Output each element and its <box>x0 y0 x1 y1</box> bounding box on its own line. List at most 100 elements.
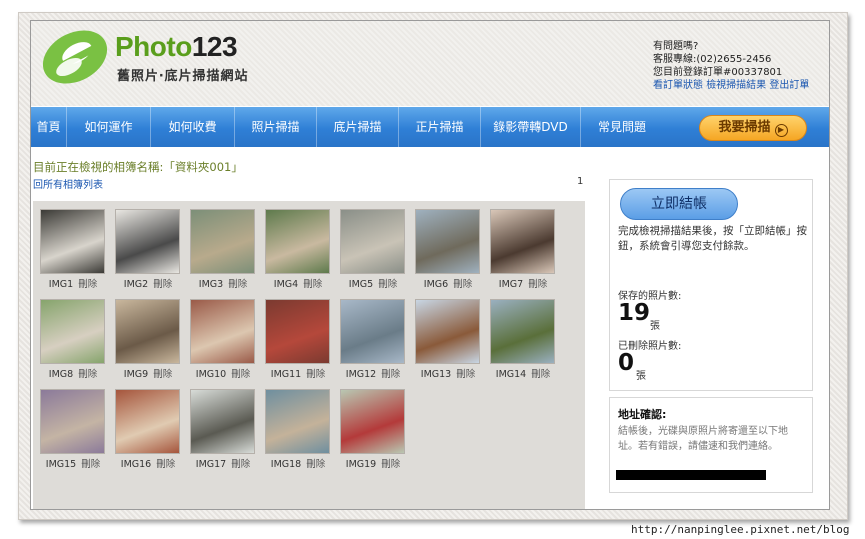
delete-photo-link[interactable]: 刪除 <box>78 369 97 380</box>
delete-photo-link[interactable]: 刪除 <box>153 369 172 380</box>
nav-how-it-works[interactable]: 如何運作 <box>67 107 151 147</box>
photo-thumbnail: IMG12 刪除 <box>337 299 412 380</box>
photo-name: IMG6 <box>423 279 449 290</box>
nav-video-to-dvd[interactable]: 錄影帶轉DVD <box>481 107 581 147</box>
delete-photo-link[interactable]: 刪除 <box>228 279 247 290</box>
photo-image[interactable] <box>490 209 555 274</box>
main-nav: 首頁 如何運作 如何收費 照片掃描 底片掃描 正片掃描 錄影帶轉DVD 常見問題… <box>31 107 829 147</box>
photo-image[interactable] <box>265 209 330 274</box>
delete-photo-link[interactable]: 刪除 <box>303 279 322 290</box>
photo-image[interactable] <box>40 299 105 364</box>
checkout-panel: 立即結帳 完成檢視掃描結果後，按「立即結帳」按鈕，系統會引導您支付餘款。 保存的… <box>609 179 813 391</box>
photo-thumbnail: IMG10 刪除 <box>187 299 262 380</box>
order-status-link[interactable]: 看訂單狀態 <box>653 80 703 91</box>
start-scan-label: 我要掃描 <box>718 120 771 135</box>
album-title: 目前正在檢視的相簿名稱:「資料夾001」 <box>33 160 243 174</box>
checkout-button[interactable]: 立即結帳 <box>620 188 738 220</box>
nav-negative-scan[interactable]: 底片掃描 <box>317 107 399 147</box>
photo-name: IMG15 <box>45 459 77 470</box>
delete-photo-link[interactable]: 刪除 <box>78 279 97 290</box>
start-scan-button[interactable]: 我要掃描 ▶ <box>699 115 807 141</box>
site-header: Photo123 舊照片‧底片掃描網站 有問題嗎? 客服專線:(02)2655-… <box>31 21 829 106</box>
photo-thumbnail: IMG1 刪除 <box>37 209 112 290</box>
delete-photo-link[interactable]: 刪除 <box>231 369 250 380</box>
nav-home[interactable]: 首頁 <box>31 107 67 147</box>
photo-name: IMG4 <box>273 279 299 290</box>
photo-image[interactable] <box>265 389 330 454</box>
logout-link[interactable]: 登出訂單 <box>769 80 809 91</box>
nav-photo-scan[interactable]: 照片掃描 <box>235 107 317 147</box>
photo-thumbnail: IMG18 刪除 <box>262 389 337 470</box>
photo-image[interactable] <box>265 299 330 364</box>
photo-image[interactable] <box>490 299 555 364</box>
delete-photo-link[interactable]: 刪除 <box>153 279 172 290</box>
scan-results-link[interactable]: 檢視掃描結果 <box>706 80 766 91</box>
photo-image[interactable] <box>190 299 255 364</box>
photo-gallery: IMG1 刪除 IMG2 刪除 IMG3 刪除 IMG4 刪除 IMG5 刪除 IMG6 刪除 IMG7… <box>33 201 585 509</box>
photo-thumbnail: IMG14 刪除 <box>487 299 562 380</box>
photo-image[interactable] <box>415 209 480 274</box>
photo-image[interactable] <box>115 389 180 454</box>
redacted-address <box>616 470 766 480</box>
deleted-unit: 張 <box>636 371 646 382</box>
photo-name: IMG12 <box>345 369 377 380</box>
deleted-count: 0 <box>618 350 635 376</box>
photo-thumbnail: IMG2 刪除 <box>112 209 187 290</box>
photo-image[interactable] <box>115 299 180 364</box>
logo-brand-part1: Photo <box>115 31 192 62</box>
delete-photo-link[interactable]: 刪除 <box>81 459 100 470</box>
help-box: 有問題嗎? 客服專線:(02)2655-2456 您目前登錄訂單#0033780… <box>653 40 828 92</box>
photo-thumbnail: IMG6 刪除 <box>412 209 487 290</box>
photo-thumbnail: IMG9 刪除 <box>112 299 187 380</box>
saved-unit: 張 <box>650 321 660 332</box>
back-to-albums-link[interactable]: 回所有相簿列表 <box>33 176 103 191</box>
photo-name: IMG14 <box>495 369 527 380</box>
photo-name: IMG7 <box>498 279 524 290</box>
nav-faq[interactable]: 常見問題 <box>581 107 663 147</box>
photo-image[interactable] <box>340 299 405 364</box>
photo-name: IMG11 <box>270 369 302 380</box>
photo-thumbnail: IMG4 刪除 <box>262 209 337 290</box>
delete-photo-link[interactable]: 刪除 <box>306 369 325 380</box>
logo-title[interactable]: Photo123 <box>115 31 238 63</box>
nav-slide-scan[interactable]: 正片掃描 <box>399 107 481 147</box>
photo-image[interactable] <box>40 209 105 274</box>
delete-photo-link[interactable]: 刪除 <box>306 459 325 470</box>
photo-thumbnail: IMG5 刪除 <box>337 209 412 290</box>
photo-image[interactable] <box>340 209 405 274</box>
delete-photo-link[interactable]: 刪除 <box>381 459 400 470</box>
photo-name: IMG5 <box>348 279 374 290</box>
photo-thumbnail: IMG15 刪除 <box>37 389 112 470</box>
delete-photo-link[interactable]: 刪除 <box>453 279 472 290</box>
delete-photo-link[interactable]: 刪除 <box>531 369 550 380</box>
photo-image[interactable] <box>115 209 180 274</box>
delete-photo-link[interactable]: 刪除 <box>231 459 250 470</box>
photo-image[interactable] <box>415 299 480 364</box>
delete-photo-link[interactable]: 刪除 <box>528 279 547 290</box>
photo-thumbnail: IMG17 刪除 <box>187 389 262 470</box>
photo-image[interactable] <box>190 389 255 454</box>
photo-image[interactable] <box>340 389 405 454</box>
delete-photo-link[interactable]: 刪除 <box>156 459 175 470</box>
photo-image[interactable] <box>190 209 255 274</box>
photo-name: IMG19 <box>345 459 377 470</box>
nav-pricing[interactable]: 如何收費 <box>151 107 235 147</box>
photo-image[interactable] <box>40 389 105 454</box>
delete-photo-link[interactable]: 刪除 <box>378 279 397 290</box>
address-panel: 地址確認: 結帳後，光碟與原照片將寄還至以下地址。若有錯誤，請儘速和我們連絡。 <box>609 397 813 493</box>
delete-photo-link[interactable]: 刪除 <box>456 369 475 380</box>
photo-name: IMG17 <box>195 459 227 470</box>
photo-thumbnail: IMG3 刪除 <box>187 209 262 290</box>
page-number[interactable]: 1 <box>577 176 583 187</box>
help-phone: 客服專線:(02)2655-2456 <box>653 54 772 65</box>
photo-name: IMG13 <box>420 369 452 380</box>
photo-name: IMG10 <box>195 369 227 380</box>
photo-thumbnail: IMG8 刪除 <box>37 299 112 380</box>
play-arrow-icon: ▶ <box>774 124 788 137</box>
help-order: 您目前登錄訂單#00337801 <box>653 67 783 78</box>
delete-photo-link[interactable]: 刪除 <box>381 369 400 380</box>
checkout-instructions: 完成檢視掃描結果後，按「立即結帳」按鈕，系統會引導您支付餘款。 <box>618 225 807 252</box>
photo-name: IMG18 <box>270 459 302 470</box>
photo-name: IMG8 <box>48 369 74 380</box>
blog-watermark: http://nanpinglee.pixnet.net/blog <box>631 523 850 536</box>
